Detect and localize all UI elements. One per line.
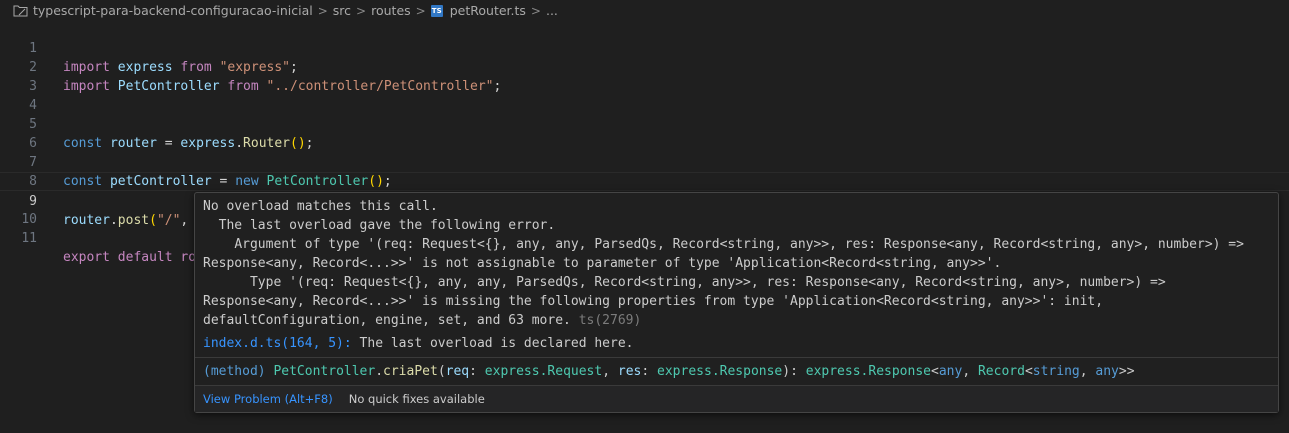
sig-record: Record [977, 364, 1025, 379]
sig-param: res [617, 364, 642, 379]
error-code: ts(2769) [578, 313, 642, 328]
error-hover-popup[interactable]: No overload matches this call. The last … [194, 192, 1279, 413]
view-problem-link[interactable]: View Problem (Alt+F8) [203, 392, 333, 406]
related-location-link[interactable]: index.d.ts(164, 5): [203, 336, 352, 351]
code-text: default ro [109, 250, 197, 265]
sig-open: ( [437, 364, 446, 379]
breadcrumb-src[interactable]: src [333, 3, 351, 18]
sig-colon: : [469, 364, 485, 379]
sig-lt: < [931, 364, 939, 379]
sig-comma: , [962, 364, 978, 379]
sig-function: criaPet [383, 364, 438, 379]
chevron-right-icon: > [317, 3, 328, 18]
related-text: The last overload is declared here. [351, 336, 634, 351]
code-line-7[interactable]: 7 const petController = new PetControlle… [0, 134, 1289, 189]
no-quick-fixes-text: No quick fixes available [348, 392, 485, 406]
sig-gt: >> [1118, 364, 1135, 379]
sig-lt: < [1024, 364, 1033, 379]
code-line-8[interactable]: 8 [0, 153, 1289, 189]
code-line-4[interactable]: 4 [0, 77, 1289, 113]
breadcrumb-routes[interactable]: routes [371, 3, 411, 18]
code-line-6[interactable]: 6 [0, 115, 1289, 151]
error-message: No overload matches this call. The last … [195, 193, 1278, 330]
sig-dot: . [375, 364, 384, 379]
code-line-1[interactable]: 1 import express from "express"; [0, 20, 1289, 75]
breadcrumb-more[interactable]: ... [546, 3, 558, 18]
sig-any: any [1095, 364, 1119, 379]
sig-sep: , [602, 364, 618, 379]
sig-comma: , [1079, 364, 1096, 379]
code-line-3[interactable]: 3 [0, 58, 1289, 94]
breadcrumb: typescript-para-backend-configuracao-ini… [0, 0, 1289, 21]
chevron-right-icon: > [356, 3, 367, 18]
sig-type: .Request [539, 364, 603, 379]
sig-string: string [1032, 364, 1080, 379]
sig-param: req [445, 364, 470, 379]
code-line-5[interactable]: 5 const router = express.Router(); [0, 96, 1289, 151]
sig-colon: : [641, 364, 658, 379]
sig-type: express [484, 364, 540, 379]
code-line-9[interactable]: 9 router.post("/", (req, res) => petCont… [0, 172, 1289, 229]
related-information: index.d.ts(164, 5): The last overload is… [195, 330, 1278, 357]
sig-return: .Response [860, 364, 931, 379]
sig-type: express [657, 364, 712, 379]
chevron-right-icon: > [530, 3, 541, 18]
sig-return: express [805, 364, 861, 379]
hover-status-bar: View Problem (Alt+F8) No quick fixes ava… [195, 385, 1278, 412]
folder-icon [13, 4, 28, 17]
sig-class: PetController [273, 364, 376, 379]
breadcrumb-file[interactable]: petRouter.ts [450, 3, 526, 18]
chevron-right-icon: > [415, 3, 426, 18]
line-number: 11 [21, 231, 37, 246]
typescript-file-icon: TS [430, 4, 443, 17]
sig-prefix: (method) [203, 364, 274, 379]
sig-close: ): [782, 364, 806, 379]
code-line-2[interactable]: 2 import PetController from "../controll… [0, 39, 1289, 94]
keyword: export [63, 250, 110, 265]
sig-type: .Response [711, 364, 783, 379]
error-text: No overload matches this call. The last … [203, 199, 1244, 328]
sig-any: any [938, 364, 963, 379]
method-signature: (method) PetController.criaPet(req: expr… [195, 357, 1278, 385]
breadcrumb-project[interactable]: typescript-para-backend-configuracao-ini… [33, 3, 313, 18]
